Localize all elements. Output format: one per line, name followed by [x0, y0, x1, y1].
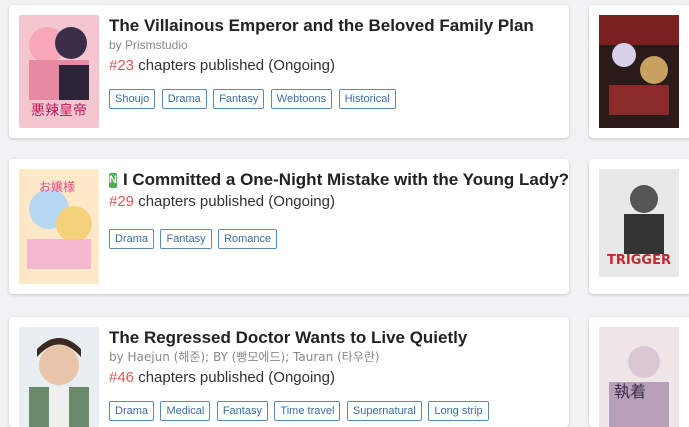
- svg-text:お嬢様: お嬢様: [39, 180, 75, 194]
- author-text: by Prismstudio: [109, 38, 188, 52]
- cover-image[interactable]: [599, 15, 679, 128]
- author-text: by Haejun (해준); BY (빵모에드); Tauran (타우란): [109, 350, 380, 364]
- tag[interactable]: Medical: [160, 401, 211, 421]
- tag[interactable]: Drama: [161, 89, 207, 109]
- tag[interactable]: Historical: [338, 89, 396, 109]
- cover-image[interactable]: [19, 327, 99, 427]
- tag[interactable]: Shoujo: [109, 89, 156, 109]
- manga-title[interactable]: The Regressed Doctor Wants to Live Quiet…: [109, 327, 559, 349]
- tag[interactable]: Long strip: [428, 401, 489, 421]
- manga-card[interactable]: The Regressed Doctor Wants to Live Quiet…: [9, 317, 569, 427]
- tag[interactable]: Supernatural: [346, 401, 422, 421]
- tag[interactable]: Romance: [218, 229, 278, 249]
- tag[interactable]: Fantasy: [160, 229, 212, 249]
- chapter-status: #23 chapters published (Ongoing): [109, 57, 335, 74]
- tag-list: Drama Fantasy Romance: [109, 229, 279, 249]
- tag[interactable]: Drama: [109, 401, 155, 421]
- manga-title[interactable]: N I Committed a One-Night Mistake with t…: [109, 169, 569, 191]
- tag[interactable]: Webtoons: [270, 89, 333, 109]
- tag-list: Shoujo Drama Fantasy Webtoons Historical: [109, 89, 398, 109]
- chapter-count: #29: [109, 193, 135, 210]
- manga-card[interactable]: お嬢様 N I Committed a One-Night Mistake wi…: [9, 159, 569, 294]
- chapter-count: #46: [109, 369, 135, 386]
- manga-title[interactable]: The Villainous Emperor and the Beloved F…: [109, 15, 559, 37]
- tag[interactable]: Time travel: [274, 401, 341, 421]
- manga-card-right[interactable]: TRIGGER: [589, 159, 689, 294]
- manga-card-right[interactable]: 執着: [589, 317, 689, 427]
- tag[interactable]: Drama: [109, 229, 155, 249]
- cover-image[interactable]: お嬢様: [19, 169, 99, 284]
- chapter-status: #46 chapters published (Ongoing): [109, 369, 335, 386]
- svg-text:悪辣皇帝: 悪辣皇帝: [31, 103, 87, 119]
- manga-card-right[interactable]: [589, 5, 689, 138]
- tag[interactable]: Fantasy: [216, 401, 268, 421]
- cover-image[interactable]: TRIGGER: [599, 169, 679, 277]
- tag-list: Drama Medical Fantasy Time travel Supern…: [109, 401, 491, 421]
- new-badge: N: [109, 172, 117, 188]
- cover-image[interactable]: 執着: [599, 327, 679, 427]
- cover-image[interactable]: 悪辣皇帝: [19, 15, 99, 128]
- svg-text:TRIGGER: TRIGGER: [607, 253, 671, 268]
- tag[interactable]: Fantasy: [213, 89, 265, 109]
- manga-card[interactable]: 悪辣皇帝 The Villainous Emperor and the Belo…: [9, 5, 569, 138]
- svg-text:執着: 執着: [614, 382, 646, 401]
- chapter-count: #23: [109, 57, 135, 74]
- chapter-status: #29 chapters published (Ongoing): [109, 193, 335, 210]
